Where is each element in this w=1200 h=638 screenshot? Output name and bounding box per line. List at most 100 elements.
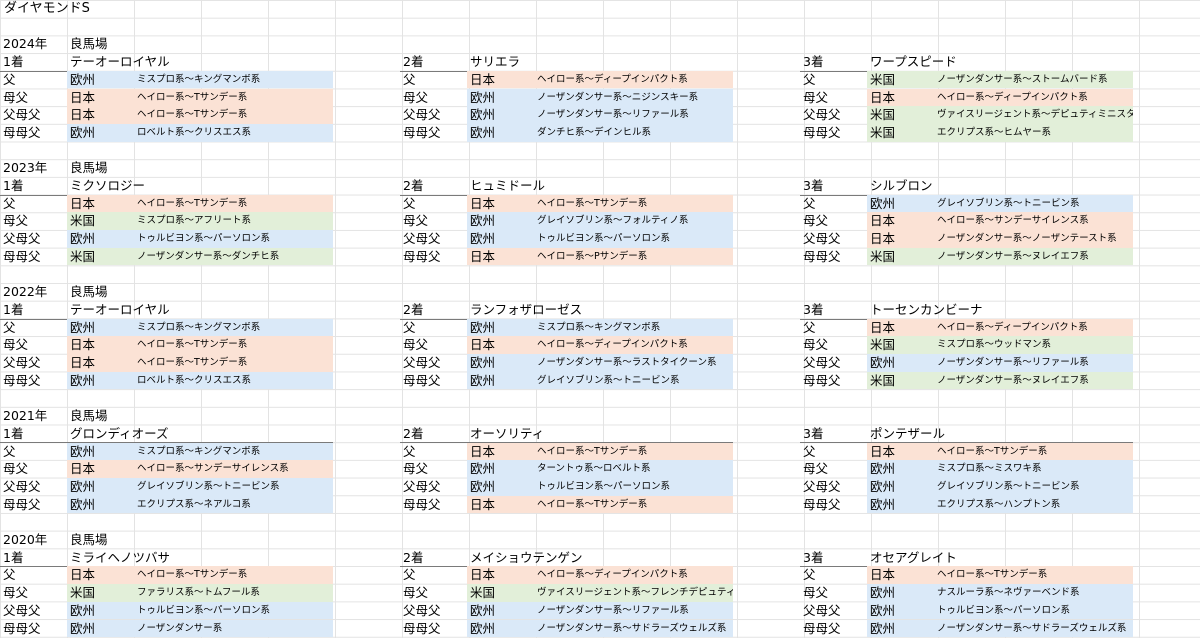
pedigree-label-cell[interactable]: 母母父 — [800, 372, 867, 390]
region-cell[interactable]: 日本 — [867, 566, 933, 585]
sire-line-cell[interactable]: ヘイロー系～ディープインパクト系 — [533, 70, 733, 89]
sire-line-cell[interactable]: ノーザンダンサー系～ノーザンテースト系 — [933, 230, 1133, 248]
pedigree-label-cell[interactable]: 父母父 — [800, 354, 867, 372]
region-cell[interactable]: 米国 — [867, 123, 933, 142]
pedigree-label-cell[interactable]: 父 — [800, 319, 867, 337]
sire-line-cell[interactable]: ノーザンダンサー系～リファール系 — [533, 601, 733, 620]
region-cell[interactable]: 米国 — [867, 247, 933, 266]
sire-line-cell[interactable]: ミスプロ系～キングマンボ系 — [133, 318, 333, 337]
horse-name-cell[interactable]: ミクソロジー — [67, 177, 333, 195]
region-cell[interactable]: 欧州 — [67, 318, 133, 337]
year-cell[interactable]: 2023年 — [0, 159, 67, 177]
region-cell[interactable]: 日本 — [467, 247, 533, 266]
region-cell[interactable]: 日本 — [67, 194, 133, 213]
pedigree-label-cell[interactable]: 母父 — [800, 89, 867, 107]
region-cell[interactable]: 米国 — [67, 247, 133, 266]
region-cell[interactable]: 欧州 — [67, 230, 133, 248]
track-condition-cell[interactable]: 良馬場 — [67, 531, 200, 549]
sire-line-cell[interactable]: ノーザンダンサー系～サドラーズウェルズ系 — [533, 619, 733, 638]
horse-name-cell[interactable]: テーオーロイヤル — [67, 301, 333, 319]
pedigree-label-cell[interactable]: 母母父 — [800, 124, 867, 142]
sire-line-cell[interactable]: トゥルビヨン系～パーソロン系 — [133, 230, 333, 248]
pedigree-label-cell[interactable]: 母父 — [400, 336, 467, 354]
horse-name-cell[interactable]: ミライヘノツバサ — [67, 549, 333, 567]
sire-line-cell[interactable]: グレイソブリン系～トニービン系 — [133, 477, 333, 496]
region-cell[interactable]: 日本 — [67, 566, 133, 585]
pedigree-label-cell[interactable]: 父母父 — [400, 354, 467, 372]
pedigree-label-cell[interactable]: 父 — [0, 319, 67, 337]
horse-name-cell[interactable]: トーセンカンビーナ — [867, 301, 1133, 319]
region-cell[interactable]: 日本 — [867, 318, 933, 337]
sire-line-cell[interactable]: ヘイロー系～ディープインパクト系 — [933, 88, 1133, 107]
rank-cell[interactable]: 3着 — [800, 301, 867, 319]
pedigree-label-cell[interactable]: 父 — [0, 71, 67, 89]
region-cell[interactable]: 欧州 — [67, 371, 133, 390]
sire-line-cell[interactable]: ノーザンダンサー系～ラストタイクーン系 — [533, 354, 733, 372]
pedigree-label-cell[interactable]: 母父 — [0, 212, 67, 230]
sire-line-cell[interactable]: ターントゥ系～ロベルト系 — [533, 460, 733, 478]
rank-cell[interactable]: 3着 — [800, 53, 867, 71]
sire-line-cell[interactable]: ヘイロー系～Tサンデー系 — [133, 354, 333, 372]
sire-line-cell[interactable]: ノーザンダンサー系～ヌレイエフ系 — [933, 247, 1133, 266]
sire-line-cell[interactable]: グレイソブリン系～トニービン系 — [533, 371, 733, 390]
pedigree-label-cell[interactable]: 母父 — [0, 460, 67, 478]
pedigree-label-cell[interactable]: 父 — [800, 71, 867, 89]
pedigree-label-cell[interactable]: 母父 — [400, 89, 467, 107]
rank-cell[interactable]: 3着 — [800, 549, 867, 567]
region-cell[interactable]: 欧州 — [467, 212, 533, 231]
year-cell[interactable]: 2022年 — [0, 283, 67, 301]
sire-line-cell[interactable]: ミスプロ系～キングマンボ系 — [133, 70, 333, 89]
track-condition-cell[interactable]: 良馬場 — [67, 35, 200, 53]
pedigree-label-cell[interactable]: 母父 — [800, 460, 867, 478]
rank-cell[interactable]: 2着 — [400, 177, 467, 195]
region-cell[interactable]: 米国 — [867, 70, 933, 89]
sire-line-cell[interactable]: ダンチヒ系～デインヒル系 — [533, 123, 733, 142]
pedigree-label-cell[interactable]: 父母父 — [0, 106, 67, 124]
pedigree-label-cell[interactable]: 父 — [0, 443, 67, 461]
region-cell[interactable]: 欧州 — [467, 318, 533, 337]
region-cell[interactable]: 欧州 — [467, 230, 533, 248]
region-cell[interactable]: 欧州 — [467, 106, 533, 124]
region-cell[interactable]: 欧州 — [467, 354, 533, 372]
rank-cell[interactable]: 3着 — [800, 425, 867, 443]
sire-line-cell[interactable]: ノーザンダンサー系～ダンチヒ系 — [133, 247, 333, 266]
region-cell[interactable]: 日本 — [67, 336, 133, 354]
pedigree-label-cell[interactable]: 父 — [400, 71, 467, 89]
horse-name-cell[interactable]: ヒュミドール — [467, 177, 733, 195]
sire-line-cell[interactable]: ノーザンダンサー系～ニジンスキー系 — [533, 88, 733, 107]
year-cell[interactable]: 2021年 — [0, 407, 67, 425]
sire-line-cell[interactable]: エクリプス系～ヒムヤー系 — [933, 123, 1133, 142]
horse-name-cell[interactable]: オセアグレイト — [867, 549, 1133, 567]
pedigree-label-cell[interactable]: 父 — [400, 319, 467, 337]
sire-line-cell[interactable]: ヘイロー系～Tサンデー系 — [533, 442, 733, 461]
pedigree-label-cell[interactable]: 父 — [400, 195, 467, 213]
region-cell[interactable]: 日本 — [867, 442, 933, 461]
region-cell[interactable]: 欧州 — [467, 619, 533, 638]
horse-name-cell[interactable]: ランフォザローゼス — [467, 301, 733, 319]
region-cell[interactable]: 米国 — [467, 584, 533, 602]
region-cell[interactable]: 日本 — [467, 566, 533, 585]
pedigree-label-cell[interactable]: 母父 — [0, 89, 67, 107]
horse-name-cell[interactable]: ワープスピード — [867, 53, 1133, 71]
pedigree-label-cell[interactable]: 母父 — [0, 336, 67, 354]
pedigree-label-cell[interactable]: 父母父 — [400, 230, 467, 248]
pedigree-label-cell[interactable]: 母母父 — [0, 496, 67, 514]
region-cell[interactable]: 米国 — [867, 106, 933, 124]
rank-cell[interactable]: 2着 — [400, 549, 467, 567]
region-cell[interactable]: 欧州 — [867, 495, 933, 514]
region-cell[interactable]: 欧州 — [867, 619, 933, 638]
pedigree-label-cell[interactable]: 父母父 — [800, 478, 867, 496]
region-cell[interactable]: 欧州 — [67, 601, 133, 620]
region-cell[interactable]: 日本 — [67, 106, 133, 124]
sire-line-cell[interactable]: トゥルビヨン系～パーソロン系 — [133, 601, 333, 620]
pedigree-label-cell[interactable]: 父母父 — [800, 602, 867, 620]
pedigree-label-cell[interactable]: 母母父 — [400, 620, 467, 638]
sire-line-cell[interactable]: ノーザンダンサー系～ヌレイエフ系 — [933, 371, 1133, 390]
horse-name-cell[interactable]: ポンテザール — [867, 425, 1133, 443]
rank-cell[interactable]: 1着 — [0, 53, 67, 71]
pedigree-label-cell[interactable]: 父母父 — [0, 602, 67, 620]
sire-line-cell[interactable]: ヘイロー系～Tサンデー系 — [133, 194, 333, 213]
sire-line-cell[interactable]: ヘイロー系～Tサンデー系 — [933, 442, 1133, 461]
sire-line-cell[interactable]: ヘイロー系～ディープインパクト系 — [933, 318, 1133, 337]
sire-line-cell[interactable]: ヴァイスリージェント系～フレンチデピュティ系 — [533, 584, 733, 602]
